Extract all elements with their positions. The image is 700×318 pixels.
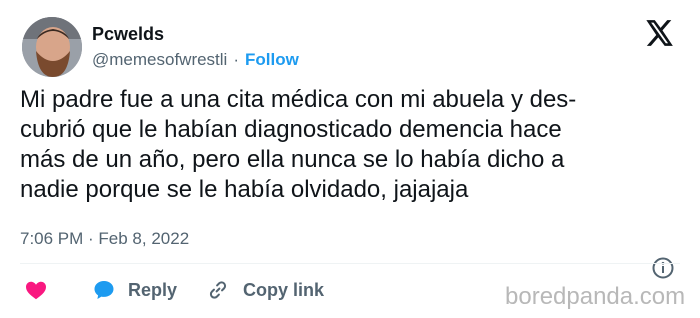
info-icon[interactable] <box>651 256 675 280</box>
display-name[interactable]: Pcwelds <box>92 24 164 45</box>
handle-row: @memesofwrestli · Follow <box>92 50 299 70</box>
copy-link-button[interactable]: Copy link <box>207 279 324 301</box>
speech-bubble-icon <box>94 281 114 299</box>
follow-button[interactable]: Follow <box>245 50 299 70</box>
avatar[interactable] <box>22 17 82 77</box>
action-bar: Reply Copy link <box>24 278 324 302</box>
tweet-line: nadie porque se le había olvidado, jajaj… <box>20 176 469 203</box>
avatar-image <box>22 17 82 77</box>
like-button[interactable] <box>24 278 48 302</box>
tweet-line: Mi padre fue a una cita médica con mi ab… <box>20 86 577 113</box>
link-icon <box>209 281 227 299</box>
tweet-text: Mi padre fue a una cita médica con mi ab… <box>20 85 670 205</box>
reply-button[interactable]: Reply <box>92 278 177 302</box>
divider <box>20 263 680 264</box>
reply-label: Reply <box>128 279 178 300</box>
tweet-line: más de un año, pero ella nunca se lo hab… <box>20 146 565 173</box>
timestamp[interactable]: 7:06 PM · Feb 8, 2022 <box>20 229 189 249</box>
watermark: boredpanda.com <box>505 283 686 310</box>
separator-dot: · <box>233 50 240 69</box>
heart-icon <box>26 281 46 300</box>
tweet-line: cubrió que le habían diagnosticado demen… <box>20 116 562 143</box>
x-logo-icon[interactable] <box>646 20 674 46</box>
user-handle[interactable]: @memesofwrestli <box>92 50 227 70</box>
copy-link-label: Copy link <box>243 279 325 300</box>
